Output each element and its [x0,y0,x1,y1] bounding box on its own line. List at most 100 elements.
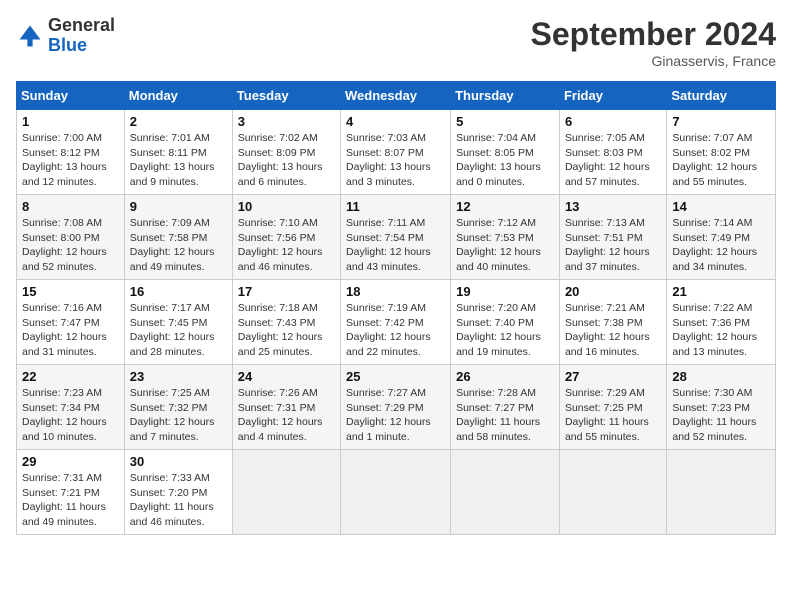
day-info: Sunrise: 7:10 AMSunset: 7:56 PMDaylight:… [238,216,335,275]
day-number: 24 [238,369,335,384]
logo-general-text: General [48,15,115,35]
day-number: 13 [565,199,661,214]
logo: General Blue [16,16,115,56]
day-info: Sunrise: 7:27 AMSunset: 7:29 PMDaylight:… [346,386,445,445]
header-friday: Friday [559,82,666,110]
day-info: Sunrise: 7:00 AMSunset: 8:12 PMDaylight:… [22,131,119,190]
day-number: 11 [346,199,445,214]
day-number: 14 [672,199,770,214]
calendar-table: SundayMondayTuesdayWednesdayThursdayFrid… [16,81,776,535]
day-info: Sunrise: 7:33 AMSunset: 7:20 PMDaylight:… [130,471,227,530]
calendar-cell: 27 Sunrise: 7:29 AMSunset: 7:25 PMDaylig… [559,365,666,450]
day-number: 28 [672,369,770,384]
day-number: 10 [238,199,335,214]
day-number: 17 [238,284,335,299]
calendar-cell: 1 Sunrise: 7:00 AMSunset: 8:12 PMDayligh… [17,110,125,195]
day-info: Sunrise: 7:02 AMSunset: 8:09 PMDaylight:… [238,131,335,190]
calendar-cell: 11 Sunrise: 7:11 AMSunset: 7:54 PMDaylig… [341,195,451,280]
calendar-cell: 4 Sunrise: 7:03 AMSunset: 8:07 PMDayligh… [341,110,451,195]
calendar-cell: 16 Sunrise: 7:17 AMSunset: 7:45 PMDaylig… [124,280,232,365]
title-block: September 2024 Ginasservis, France [531,16,776,69]
calendar-cell: 21 Sunrise: 7:22 AMSunset: 7:36 PMDaylig… [667,280,776,365]
calendar-header-row: SundayMondayTuesdayWednesdayThursdayFrid… [17,82,776,110]
month-title: September 2024 [531,16,776,53]
calendar-week-row: 15 Sunrise: 7:16 AMSunset: 7:47 PMDaylig… [17,280,776,365]
day-info: Sunrise: 7:20 AMSunset: 7:40 PMDaylight:… [456,301,554,360]
day-info: Sunrise: 7:31 AMSunset: 7:21 PMDaylight:… [22,471,119,530]
day-info: Sunrise: 7:26 AMSunset: 7:31 PMDaylight:… [238,386,335,445]
calendar-cell: 26 Sunrise: 7:28 AMSunset: 7:27 PMDaylig… [451,365,560,450]
day-info: Sunrise: 7:03 AMSunset: 8:07 PMDaylight:… [346,131,445,190]
day-number: 30 [130,454,227,469]
day-info: Sunrise: 7:17 AMSunset: 7:45 PMDaylight:… [130,301,227,360]
calendar-cell: 10 Sunrise: 7:10 AMSunset: 7:56 PMDaylig… [232,195,340,280]
day-number: 19 [456,284,554,299]
header-saturday: Saturday [667,82,776,110]
day-info: Sunrise: 7:13 AMSunset: 7:51 PMDaylight:… [565,216,661,275]
header-sunday: Sunday [17,82,125,110]
calendar-week-row: 1 Sunrise: 7:00 AMSunset: 8:12 PMDayligh… [17,110,776,195]
location-text: Ginasservis, France [531,53,776,69]
day-number: 26 [456,369,554,384]
day-info: Sunrise: 7:05 AMSunset: 8:03 PMDaylight:… [565,131,661,190]
calendar-cell: 24 Sunrise: 7:26 AMSunset: 7:31 PMDaylig… [232,365,340,450]
calendar-cell: 30 Sunrise: 7:33 AMSunset: 7:20 PMDaylig… [124,450,232,535]
calendar-cell: 15 Sunrise: 7:16 AMSunset: 7:47 PMDaylig… [17,280,125,365]
day-number: 12 [456,199,554,214]
header-wednesday: Wednesday [341,82,451,110]
day-number: 3 [238,114,335,129]
day-info: Sunrise: 7:01 AMSunset: 8:11 PMDaylight:… [130,131,227,190]
calendar-cell [451,450,560,535]
day-info: Sunrise: 7:18 AMSunset: 7:43 PMDaylight:… [238,301,335,360]
day-info: Sunrise: 7:07 AMSunset: 8:02 PMDaylight:… [672,131,770,190]
day-info: Sunrise: 7:30 AMSunset: 7:23 PMDaylight:… [672,386,770,445]
day-number: 4 [346,114,445,129]
calendar-cell: 5 Sunrise: 7:04 AMSunset: 8:05 PMDayligh… [451,110,560,195]
day-number: 21 [672,284,770,299]
day-number: 5 [456,114,554,129]
day-info: Sunrise: 7:22 AMSunset: 7:36 PMDaylight:… [672,301,770,360]
day-number: 7 [672,114,770,129]
day-number: 2 [130,114,227,129]
header-thursday: Thursday [451,82,560,110]
calendar-cell: 6 Sunrise: 7:05 AMSunset: 8:03 PMDayligh… [559,110,666,195]
calendar-week-row: 22 Sunrise: 7:23 AMSunset: 7:34 PMDaylig… [17,365,776,450]
calendar-cell: 2 Sunrise: 7:01 AMSunset: 8:11 PMDayligh… [124,110,232,195]
calendar-cell: 13 Sunrise: 7:13 AMSunset: 7:51 PMDaylig… [559,195,666,280]
header-tuesday: Tuesday [232,82,340,110]
calendar-cell: 14 Sunrise: 7:14 AMSunset: 7:49 PMDaylig… [667,195,776,280]
calendar-cell: 8 Sunrise: 7:08 AMSunset: 8:00 PMDayligh… [17,195,125,280]
day-number: 29 [22,454,119,469]
calendar-cell [667,450,776,535]
day-number: 18 [346,284,445,299]
day-info: Sunrise: 7:25 AMSunset: 7:32 PMDaylight:… [130,386,227,445]
day-info: Sunrise: 7:23 AMSunset: 7:34 PMDaylight:… [22,386,119,445]
calendar-cell: 19 Sunrise: 7:20 AMSunset: 7:40 PMDaylig… [451,280,560,365]
day-info: Sunrise: 7:29 AMSunset: 7:25 PMDaylight:… [565,386,661,445]
calendar-cell: 3 Sunrise: 7:02 AMSunset: 8:09 PMDayligh… [232,110,340,195]
calendar-cell: 20 Sunrise: 7:21 AMSunset: 7:38 PMDaylig… [559,280,666,365]
calendar-cell: 29 Sunrise: 7:31 AMSunset: 7:21 PMDaylig… [17,450,125,535]
day-info: Sunrise: 7:14 AMSunset: 7:49 PMDaylight:… [672,216,770,275]
calendar-cell: 12 Sunrise: 7:12 AMSunset: 7:53 PMDaylig… [451,195,560,280]
day-number: 15 [22,284,119,299]
calendar-cell [341,450,451,535]
calendar-cell: 9 Sunrise: 7:09 AMSunset: 7:58 PMDayligh… [124,195,232,280]
calendar-cell: 25 Sunrise: 7:27 AMSunset: 7:29 PMDaylig… [341,365,451,450]
header-monday: Monday [124,82,232,110]
logo-icon [16,22,44,50]
day-number: 9 [130,199,227,214]
day-number: 20 [565,284,661,299]
calendar-cell: 22 Sunrise: 7:23 AMSunset: 7:34 PMDaylig… [17,365,125,450]
page-header: General Blue September 2024 Ginasservis,… [16,16,776,69]
day-info: Sunrise: 7:28 AMSunset: 7:27 PMDaylight:… [456,386,554,445]
day-info: Sunrise: 7:19 AMSunset: 7:42 PMDaylight:… [346,301,445,360]
day-number: 16 [130,284,227,299]
calendar-week-row: 8 Sunrise: 7:08 AMSunset: 8:00 PMDayligh… [17,195,776,280]
day-info: Sunrise: 7:16 AMSunset: 7:47 PMDaylight:… [22,301,119,360]
calendar-cell: 23 Sunrise: 7:25 AMSunset: 7:32 PMDaylig… [124,365,232,450]
calendar-cell [232,450,340,535]
day-info: Sunrise: 7:21 AMSunset: 7:38 PMDaylight:… [565,301,661,360]
day-number: 25 [346,369,445,384]
day-info: Sunrise: 7:08 AMSunset: 8:00 PMDaylight:… [22,216,119,275]
